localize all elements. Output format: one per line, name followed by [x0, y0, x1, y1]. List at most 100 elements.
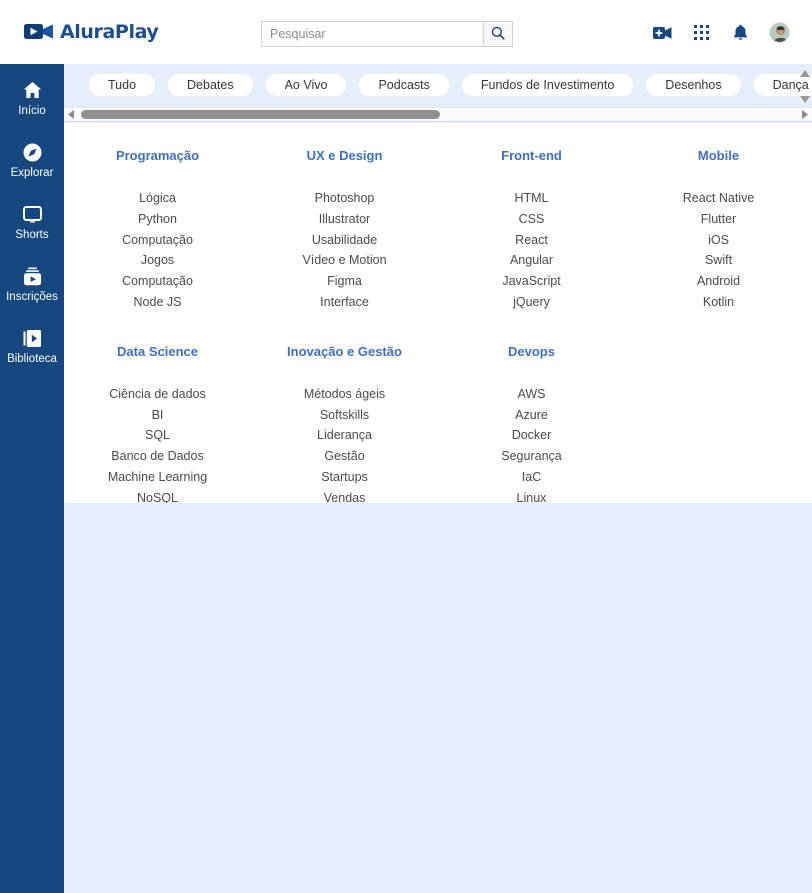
category-link[interactable]: React	[515, 230, 548, 251]
category-link[interactable]: Machine Learning	[108, 467, 207, 488]
chip-tudo[interactable]: Tudo	[88, 73, 157, 97]
apps-grid-icon[interactable]	[691, 23, 711, 43]
category-link[interactable]: Interface	[320, 292, 369, 313]
video-camera-icon	[24, 22, 54, 42]
category-link[interactable]: Segurança	[501, 446, 561, 467]
category-link[interactable]: jQuery	[513, 292, 550, 313]
category-link[interactable]: JavaScript	[502, 271, 560, 292]
category-link[interactable]: Node JS	[134, 292, 182, 313]
category-link[interactable]: Usabilidade	[312, 230, 377, 251]
sidebar-label-inicio: Início	[18, 105, 46, 117]
category-link[interactable]: Flutter	[701, 209, 736, 230]
category-title[interactable]: Devops	[508, 344, 555, 359]
category-title[interactable]: Programação	[116, 148, 199, 163]
chips-horizontal-scrollbar[interactable]	[64, 107, 812, 122]
category-link[interactable]: React Native	[683, 188, 755, 209]
category-column-mobile: Mobile React Native Flutter iOS Swift An…	[625, 148, 812, 313]
category-link[interactable]: Android	[697, 271, 740, 292]
category-title[interactable]: Front-end	[501, 148, 562, 163]
category-link[interactable]: NoSQL	[137, 488, 178, 503]
category-link[interactable]: Ciência de dados	[109, 384, 206, 405]
category-link[interactable]: Docker	[512, 425, 552, 446]
category-title[interactable]: UX e Design	[307, 148, 383, 163]
category-link[interactable]: AWS	[517, 384, 545, 405]
shorts-icon	[22, 202, 42, 226]
category-link[interactable]: Gestão	[324, 446, 364, 467]
scroll-thumb[interactable]	[81, 110, 440, 119]
category-link[interactable]: Kotlin	[703, 292, 734, 313]
chip-ao-vivo[interactable]: Ao Vivo	[264, 73, 348, 97]
compass-icon	[23, 140, 42, 164]
chip-desenhos[interactable]: Desenhos	[645, 73, 742, 97]
sidebar-label-explorar: Explorar	[10, 167, 54, 179]
sidebar-item-inscricoes[interactable]: Inscrições	[0, 264, 64, 314]
category-link[interactable]: Lógica	[139, 188, 176, 209]
category-title[interactable]: Inovação e Gestão	[287, 344, 402, 359]
library-icon	[23, 326, 42, 350]
category-column-front-end: Front-end HTML CSS React Angular JavaScr…	[438, 148, 625, 313]
category-link[interactable]: BI	[152, 405, 164, 426]
search-button[interactable]	[483, 21, 513, 47]
triangle-up-icon[interactable]	[798, 66, 812, 80]
avatar[interactable]	[769, 22, 790, 43]
categories-grid-row-1: Programação Lógica Python Computação Jog…	[64, 123, 812, 313]
category-title[interactable]: Mobile	[698, 148, 739, 163]
triangle-right-icon[interactable]	[797, 108, 812, 121]
category-chips-row: Tudo Debates Ao Vivo Podcasts Fundos de …	[88, 73, 812, 97]
app-root: AluraPlay Pesquisar Início Explorar Shor…	[0, 0, 812, 893]
triangle-down-icon[interactable]	[798, 92, 812, 106]
left-sidebar: Início Explorar Shorts Inscrições Biblio…	[0, 64, 64, 893]
category-link[interactable]: CSS	[519, 209, 545, 230]
categories-panel: Programação Lógica Python Computação Jog…	[64, 123, 812, 503]
home-icon	[23, 78, 42, 102]
sidebar-label-biblioteca: Biblioteca	[7, 353, 57, 365]
chip-debates[interactable]: Debates	[167, 73, 254, 97]
chip-fundos-de-investimento[interactable]: Fundos de Investimento	[460, 73, 635, 97]
triangle-left-icon[interactable]	[64, 108, 79, 121]
category-link[interactable]: Linux	[517, 488, 547, 503]
category-link[interactable]: Illustrator	[319, 209, 370, 230]
category-link[interactable]: Jogos	[141, 250, 174, 271]
category-link[interactable]: Photoshop	[315, 188, 375, 209]
category-link[interactable]: Vídeo e Motion	[302, 250, 386, 271]
brand-logo[interactable]: AluraPlay	[24, 21, 159, 43]
category-link[interactable]: Swift	[705, 250, 732, 271]
scroll-track[interactable]	[79, 108, 797, 121]
sidebar-item-biblioteca[interactable]: Biblioteca	[0, 326, 64, 376]
sidebar-label-inscricoes: Inscrições	[6, 291, 58, 303]
category-link[interactable]: Vendas	[324, 488, 366, 503]
bell-icon[interactable]	[730, 23, 750, 43]
sidebar-label-shorts: Shorts	[15, 229, 49, 241]
subscriptions-icon	[23, 264, 42, 288]
category-title[interactable]: Data Science	[117, 344, 198, 359]
sidebar-item-explorar[interactable]: Explorar	[0, 140, 64, 190]
category-link[interactable]: iOS	[708, 230, 729, 251]
category-column-programacao: Programação Lógica Python Computação Jog…	[64, 148, 251, 313]
sidebar-item-shorts[interactable]: Shorts	[0, 202, 64, 252]
video-camera-plus-icon[interactable]	[652, 23, 672, 43]
search-input[interactable]	[261, 21, 483, 47]
category-link[interactable]: Computação	[122, 230, 193, 251]
categories-grid-row-2: Data Science Ciência de dados BI SQL Ban…	[64, 313, 812, 503]
category-link[interactable]: Banco de Dados	[111, 446, 203, 467]
category-link[interactable]: Softskills	[320, 405, 369, 426]
category-link[interactable]: SQL	[145, 425, 170, 446]
category-link[interactable]: Figma	[327, 271, 362, 292]
brand-name: AluraPlay	[60, 21, 159, 43]
category-link[interactable]: Métodos ágeis	[304, 384, 385, 405]
category-link[interactable]: Computação	[122, 271, 193, 292]
category-column-inovacao-e-gestao: Inovação e Gestão Métodos ágeis Softskil…	[251, 344, 438, 503]
category-link[interactable]: Startups	[321, 467, 368, 488]
category-link[interactable]: Azure	[515, 405, 548, 426]
search-bar	[261, 21, 513, 47]
chip-podcasts[interactable]: Podcasts	[358, 73, 450, 97]
category-link[interactable]: Liderança	[317, 425, 372, 446]
category-link[interactable]: IaC	[522, 467, 541, 488]
category-link[interactable]: Angular	[510, 250, 553, 271]
category-link[interactable]: HTML	[514, 188, 548, 209]
page-vertical-scrollbar[interactable]	[798, 66, 812, 106]
sidebar-item-inicio[interactable]: Início	[0, 78, 64, 128]
category-link[interactable]: Python	[138, 209, 177, 230]
header-actions	[652, 22, 790, 43]
category-column-devops: Devops AWS Azure Docker Segurança IaC Li…	[438, 344, 625, 503]
